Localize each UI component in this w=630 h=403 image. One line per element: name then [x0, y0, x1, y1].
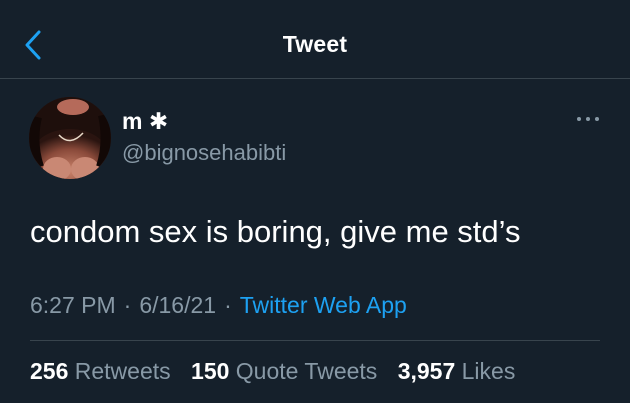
more-horizontal-icon	[577, 117, 599, 121]
tweet-text: condom sex is boring, give me std’s	[30, 214, 521, 249]
separator: ·	[224, 292, 232, 318]
display-name[interactable]: m ✱	[122, 108, 168, 135]
likes-stat[interactable]: 3,957 Likes	[398, 358, 516, 384]
user-handle[interactable]: @bignosehabibti	[122, 140, 286, 166]
tweet-time[interactable]: 6:27 PM	[30, 292, 116, 318]
stat-label: Quote Tweets	[235, 358, 378, 384]
page-title: Tweet	[282, 31, 348, 57]
avatar[interactable]	[29, 97, 111, 179]
stat-count: 256	[30, 358, 69, 384]
divider	[30, 340, 600, 341]
tweet-metadata: 6:27 PM · 6/16/21 · Twitter Web App	[30, 292, 407, 319]
quote-tweets-stat[interactable]: 150 Quote Tweets	[191, 358, 384, 384]
top-navigation-bar: Tweet	[0, 0, 630, 79]
tweet-date[interactable]: 6/16/21	[139, 292, 216, 318]
separator: ·	[123, 292, 132, 318]
tweet-stats: 256 Retweets 150 Quote Tweets 3,957 Like…	[30, 358, 515, 385]
tweet-source-link[interactable]: Twitter Web App	[240, 292, 407, 318]
stat-label: Retweets	[74, 358, 171, 384]
retweets-stat[interactable]: 256 Retweets	[30, 358, 177, 384]
more-options-button[interactable]	[573, 111, 603, 127]
stat-label: Likes	[461, 358, 516, 384]
stat-count: 3,957	[397, 358, 456, 384]
display-name-text: m	[122, 108, 143, 134]
stat-count: 150	[191, 358, 230, 384]
asterisk-icon: ✱	[148, 108, 169, 134]
